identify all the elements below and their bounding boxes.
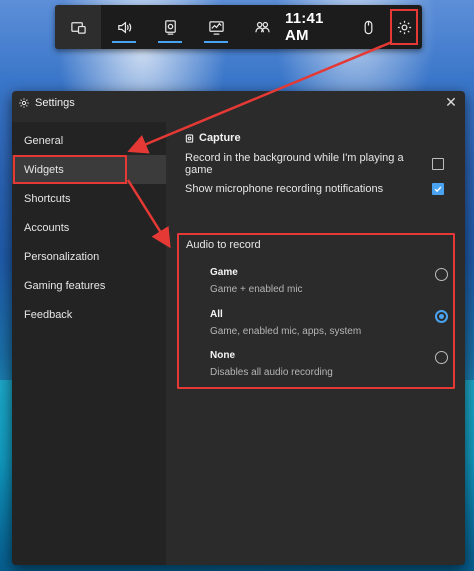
sidebar-item-feedback[interactable]: Feedback [12,300,166,329]
sidebar-item-gaming-features[interactable]: Gaming features [12,271,166,300]
record-background-checkbox[interactable] [432,157,444,170]
section-title: Capture [185,131,465,145]
sidebar-item-general[interactable]: General [12,126,166,155]
sidebar-item-label: Accounts [24,221,70,234]
close-button[interactable]: ✕ [437,91,465,114]
audio-option-all[interactable]: All Game, enabled mic, apps, system [210,309,448,343]
clock-time: 11:41 AM [285,10,324,44]
settings-content: Capture Record in the background while I… [166,122,465,565]
checkmark-icon [434,186,442,192]
xbox-social-button[interactable] [239,5,285,49]
option-title: All [210,309,223,320]
audio-icon [117,21,131,33]
sidebar-item-widgets[interactable]: Widgets [12,155,166,184]
audio-option-none[interactable]: None Disables all audio recording [210,350,448,384]
settings-window: Settings ✕ General Widgets Shortcuts Acc… [12,91,465,565]
radio-none[interactable] [435,351,448,364]
mic-notifications-label: Show microphone recording notifications [185,182,384,195]
gear-icon [397,20,411,34]
section-title-text: Capture [199,132,241,144]
mouse-button[interactable] [350,5,386,49]
audio-to-record-group: Audio to record Game Game + enabled mic … [177,233,455,389]
option-title: Game [210,267,238,278]
capture-icon [164,19,176,35]
gear-icon [19,97,29,108]
widget-menu-icon [70,21,86,34]
mic-notifications-row: Show microphone recording notifications [185,176,465,201]
option-description: Game, enabled mic, apps, system [210,326,362,337]
active-indicator [204,41,228,43]
performance-widget-button[interactable] [193,5,239,49]
record-background-row: Record in the background while I'm playi… [185,151,465,176]
sidebar-item-label: Shortcuts [24,192,71,205]
active-indicator [158,41,182,43]
sidebar-item-shortcuts[interactable]: Shortcuts [12,184,166,213]
sidebar-item-label: Personalization [24,250,100,263]
settings-button[interactable] [386,5,422,49]
option-description: Game + enabled mic [210,284,303,295]
radio-game[interactable] [435,268,448,281]
xbox-social-icon [254,21,270,32]
audio-widget-button[interactable] [101,5,147,49]
sidebar-item-accounts[interactable]: Accounts [12,213,166,242]
radio-all[interactable] [435,310,448,323]
close-icon: ✕ [445,94,457,110]
sidebar-item-label: Feedback [24,308,73,321]
title-bar: Settings ✕ [12,91,465,114]
audio-to-record-label: Audio to record [186,239,261,251]
capture-icon [185,133,194,143]
game-bar: 11:41 AM [55,5,422,49]
capture-widget-button[interactable] [147,5,193,49]
option-title: None [210,350,235,361]
record-background-label: Record in the background while I'm playi… [185,151,404,176]
audio-option-game[interactable]: Game Game + enabled mic [210,267,448,301]
sidebar-item-personalization[interactable]: Personalization [12,242,166,271]
performance-icon [208,20,224,35]
mouse-icon [364,20,372,34]
widget-menu-button[interactable] [55,5,101,49]
active-indicator [112,41,136,43]
option-description: Disables all audio recording [210,367,333,378]
sidebar-item-label: General [24,134,64,147]
window-title: Settings [35,96,75,109]
settings-sidebar: General Widgets Shortcuts Accounts Perso… [12,122,166,565]
sidebar-item-label: Widgets [24,163,64,176]
sidebar-item-label: Gaming features [24,279,106,292]
mic-notifications-checkbox[interactable] [432,182,444,195]
